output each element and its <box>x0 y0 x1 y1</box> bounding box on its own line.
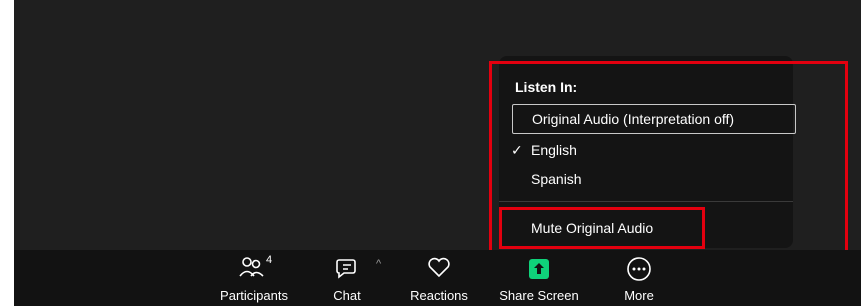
listen-in-header: Listen In: <box>515 79 578 95</box>
menu-item-english[interactable]: ✓ English <box>499 135 793 165</box>
more-icon <box>626 256 652 287</box>
menu-item-original-audio[interactable]: Original Audio (Interpretation off) <box>512 104 796 134</box>
chat-options-caret-icon[interactable]: ^ <box>376 258 381 270</box>
participants-count: 4 <box>266 254 273 266</box>
menu-divider <box>499 201 793 202</box>
menu-item-label: English <box>531 142 577 158</box>
share-screen-label: Share Screen <box>499 288 579 303</box>
menu-item-label: Spanish <box>531 171 582 187</box>
more-label: More <box>624 288 654 303</box>
participants-icon <box>239 256 265 285</box>
chat-button[interactable]: Chat <box>322 250 372 306</box>
meeting-toolbar: 4 Participants Chat ^ Reactions Share Sc… <box>14 250 861 306</box>
mute-original-audio-item[interactable]: Mute Original Audio <box>499 213 793 243</box>
meeting-window: Listen In: Original Audio (Interpretatio… <box>14 0 861 306</box>
menu-item-spanish[interactable]: Spanish <box>499 164 793 194</box>
checkmark-icon: ✓ <box>511 142 523 158</box>
chat-label: Chat <box>333 288 361 303</box>
share-screen-button[interactable]: Share Screen <box>494 250 584 306</box>
reactions-label: Reactions <box>410 288 468 303</box>
participants-button[interactable]: 4 Participants <box>214 250 294 306</box>
menu-item-label: Mute Original Audio <box>531 220 654 236</box>
menu-item-label: Original Audio (Interpretation off) <box>532 111 735 127</box>
share-screen-icon <box>529 259 549 284</box>
heart-icon <box>427 256 451 283</box>
interpretation-menu: Listen In: Original Audio (Interpretatio… <box>499 56 796 248</box>
chat-icon <box>335 256 359 285</box>
participants-label: Participants <box>220 288 288 303</box>
reactions-button[interactable]: Reactions <box>404 250 474 306</box>
more-button[interactable]: More <box>614 250 664 306</box>
